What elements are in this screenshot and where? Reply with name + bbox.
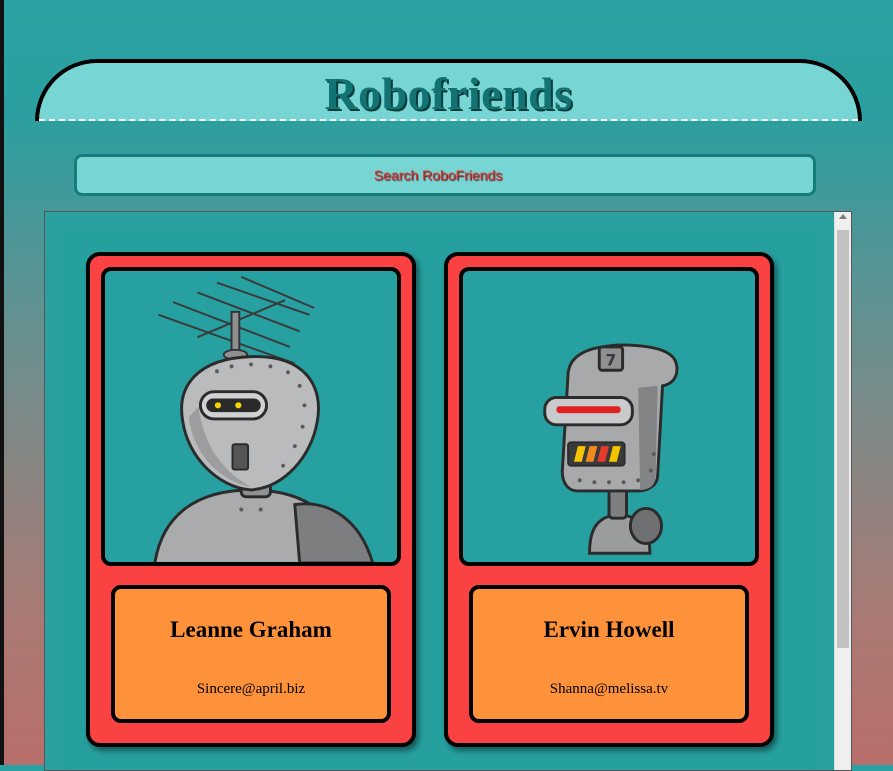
robot-antenna-icon — [153, 275, 374, 562]
svg-text:7: 7 — [606, 351, 617, 369]
robot-card[interactable]: 7 Ervin Howell Shanna@melissa.tv — [444, 252, 774, 747]
scroll-up-arrow-icon[interactable] — [839, 214, 847, 219]
robot-info: Leanne Graham Sincere@april.biz — [111, 585, 391, 723]
scrollbar-thumb[interactable] — [837, 230, 849, 648]
robot-image — [101, 267, 401, 566]
robot-card[interactable]: Leanne Graham Sincere@april.biz — [86, 252, 416, 747]
app-header: Robofriends — [35, 59, 862, 121]
robot-info: Ervin Howell Shanna@melissa.tv — [469, 585, 749, 723]
robot-name: Leanne Graham — [170, 617, 332, 642]
search-input[interactable] — [74, 154, 816, 196]
vertical-scrollbar[interactable] — [834, 212, 851, 770]
robot-email: Sincere@april.biz — [196, 681, 306, 697]
robot-image: 7 — [459, 267, 759, 566]
robot-email: Shanna@melissa.tv — [549, 681, 669, 697]
card-list-scroll-container[interactable]: Leanne Graham Sincere@april.biz 7 Ervin … — [44, 211, 852, 771]
robot-name: Ervin Howell — [543, 617, 675, 642]
robot-visor-icon: 7 — [543, 343, 679, 555]
app-title: Robofriends — [324, 68, 573, 119]
window-edge — [0, 0, 4, 765]
